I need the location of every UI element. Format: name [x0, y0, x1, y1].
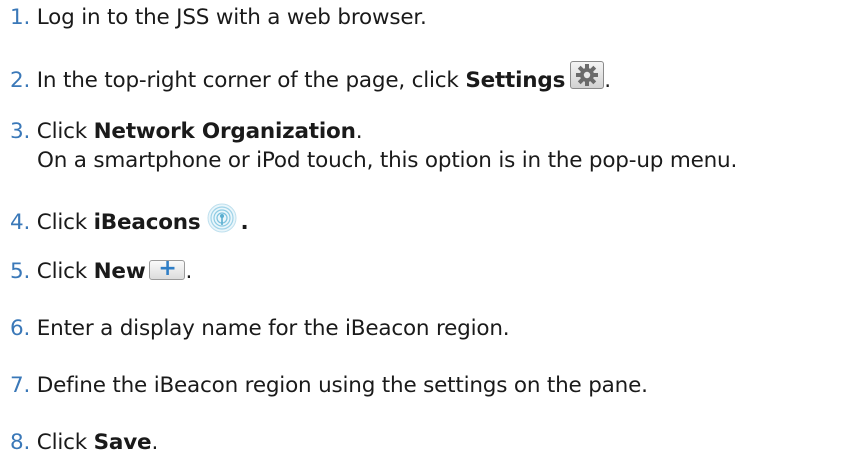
step-number: 6. — [10, 316, 31, 341]
step-punct: . — [240, 210, 249, 235]
step-text: In the top-right corner of the page, cli… — [36, 68, 466, 93]
step-number: 2. — [10, 68, 31, 93]
step-punct: . — [151, 430, 159, 455]
step-text: Enter a display name for the iBeacon reg… — [36, 316, 510, 341]
step-5: 5. Click New +. — [10, 256, 193, 286]
step-8: 8. Click Save. — [10, 429, 158, 457]
step-number: 4. — [10, 210, 31, 235]
step-7: 7. Define the iBeacon region using the s… — [10, 372, 648, 400]
step-text: Define the iBeacon region using the sett… — [36, 373, 648, 398]
step-punct: . — [355, 119, 363, 144]
step-4: 4. Click iBeacons . — [10, 203, 249, 241]
step-text: Log in to the JSS with a web browser. — [36, 5, 427, 30]
ibeacon-signal-icon — [207, 203, 237, 241]
step-number: 8. — [10, 430, 31, 455]
step-text: Click — [36, 119, 94, 144]
save-label: Save — [93, 430, 152, 455]
step-1: 1. Log in to the JSS with a web browser. — [10, 4, 427, 32]
step-text: Click — [36, 259, 94, 284]
step-punct: . — [604, 68, 611, 93]
step-3: 3. Click Network Organization. — [10, 118, 363, 146]
step-punct: . — [185, 259, 193, 284]
step-text: Click — [36, 210, 94, 235]
step-number: 7. — [10, 373, 31, 398]
network-organization-label: Network Organization — [93, 119, 356, 144]
plus-glyph: + — [158, 256, 177, 281]
step-number: 5. — [10, 259, 31, 284]
new-label: New — [93, 259, 146, 284]
step-2: 2. In the top-right corner of the page, … — [10, 61, 611, 95]
step-number: 1. — [10, 5, 31, 30]
settings-label: Settings — [465, 68, 566, 93]
step-number: 3. — [10, 119, 31, 144]
step-6: 6. Enter a display name for the iBeacon … — [10, 315, 510, 343]
step-3-note: On a smartphone or iPod touch, this opti… — [37, 148, 738, 173]
gear-icon — [570, 61, 605, 89]
ibeacons-label: iBeacons — [93, 210, 201, 235]
step-text: Click — [36, 430, 94, 455]
plus-icon: + — [149, 256, 186, 281]
